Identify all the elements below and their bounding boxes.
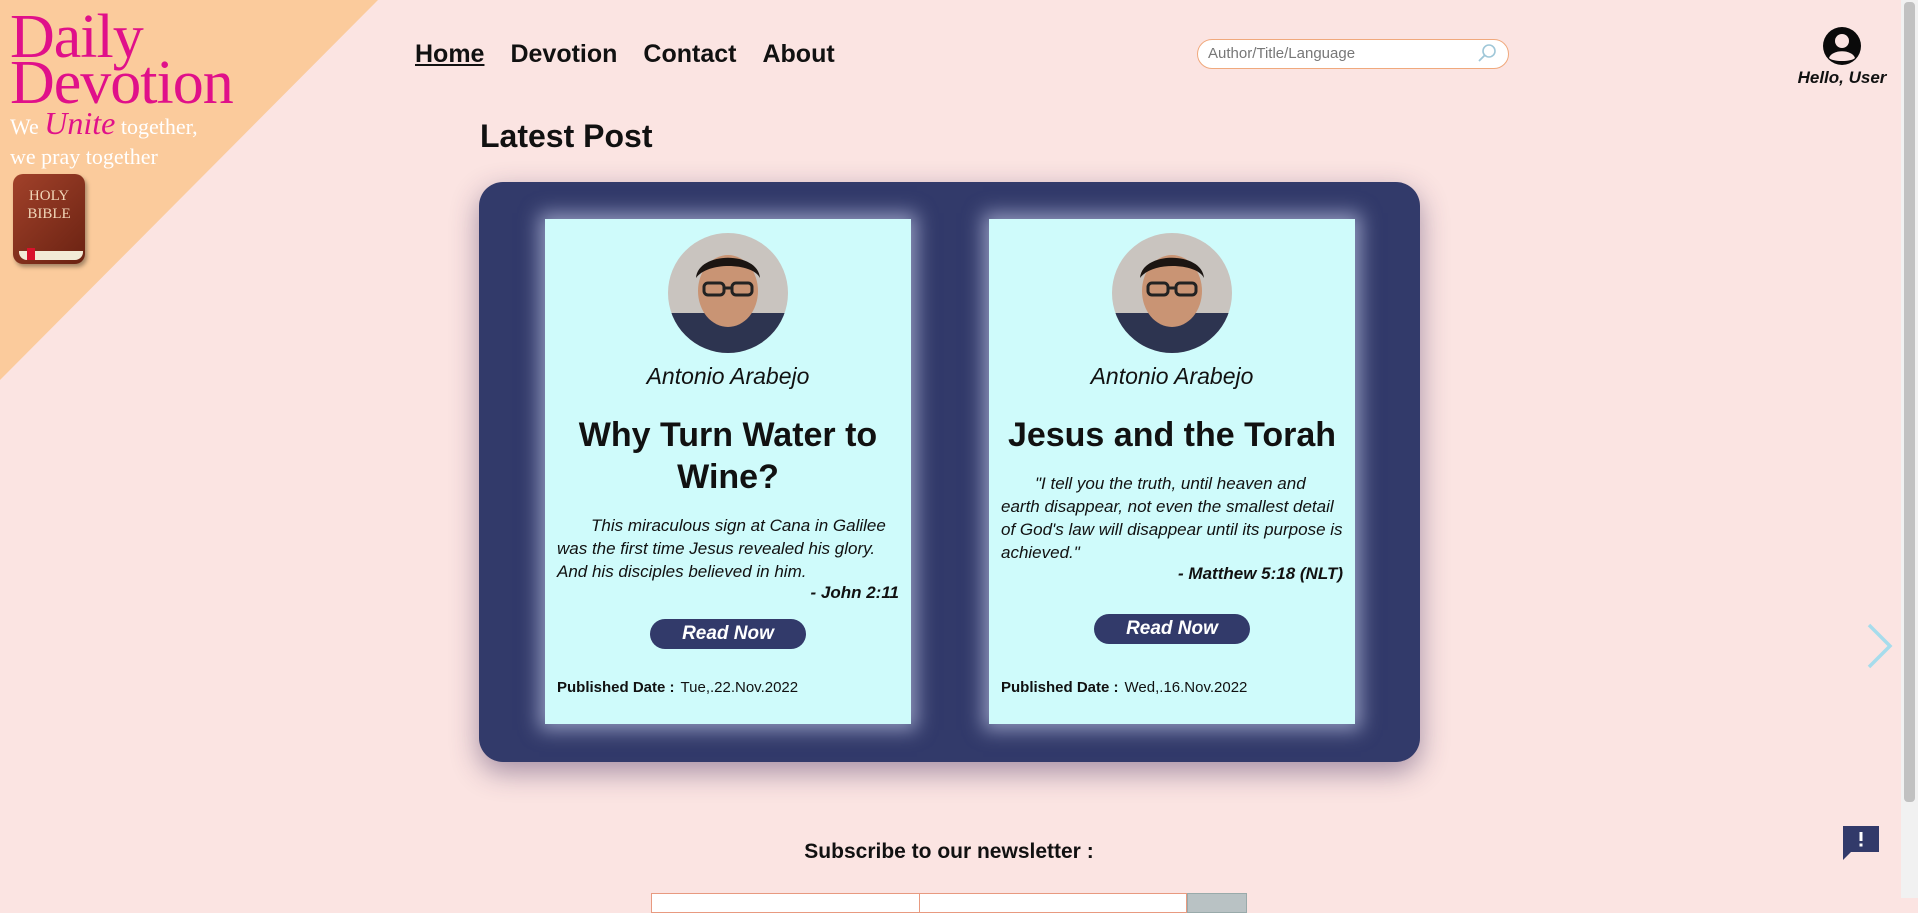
post-reference: - John 2:11 xyxy=(810,583,899,602)
chevron-right-icon[interactable] xyxy=(1864,622,1894,675)
search-icon[interactable] xyxy=(1476,43,1498,70)
search-input[interactable] xyxy=(1206,44,1480,63)
published-date: Published Date : Wed,.16.Nov.2022 xyxy=(1001,679,1247,696)
read-now-button[interactable]: Read Now xyxy=(1094,614,1250,644)
user-greeting: Hello, User xyxy=(1797,68,1887,87)
published-label: Published Date : xyxy=(557,679,675,696)
post-title[interactable]: Why Turn Water to Wine? xyxy=(559,414,897,498)
scrollbar-thumb[interactable] xyxy=(1904,2,1915,802)
scrollbar[interactable] xyxy=(1901,0,1918,898)
post-card: Antonio Arabejo Jesus and the Torah "I t… xyxy=(989,219,1355,724)
published-date: Published Date : Tue,.22.Nov.2022 xyxy=(557,679,798,696)
published-value: Wed,.16.Nov.2022 xyxy=(1124,679,1248,696)
post-title[interactable]: Jesus and the Torah xyxy=(1003,414,1341,456)
published-label: Published Date : xyxy=(1001,679,1119,696)
bible-label: HOLY BIBLE xyxy=(27,188,71,222)
nav-about[interactable]: About xyxy=(762,40,834,69)
post-excerpt: "I tell you the truth, until heaven and … xyxy=(1001,474,1343,562)
author-photo xyxy=(668,233,788,353)
tagline-together: together, xyxy=(120,114,198,139)
section-title: Latest Post xyxy=(480,118,653,154)
newsletter-email-input[interactable] xyxy=(919,893,1187,913)
user-menu[interactable]: Hello, User xyxy=(1790,26,1894,88)
author-photo xyxy=(1112,233,1232,353)
tagline-unite: Unite xyxy=(44,105,116,141)
subscribe-button[interactable] xyxy=(1187,893,1247,913)
tagline-we: We xyxy=(10,114,39,139)
site-logo[interactable]: Daily Devotion xyxy=(10,6,234,117)
bible-ribbon xyxy=(27,248,35,260)
holy-bible-icon[interactable]: HOLY BIBLE xyxy=(13,174,85,264)
tagline: We Unite together, we pray together xyxy=(10,105,198,172)
nav-home[interactable]: Home xyxy=(415,40,484,69)
tagline-pray: we pray together xyxy=(10,144,158,169)
post-excerpt: This miraculous sign at Cana in Galilee … xyxy=(557,516,886,581)
newsletter-name-input[interactable] xyxy=(651,893,920,913)
published-value: Tue,.22.Nov.2022 xyxy=(680,679,799,696)
user-avatar-icon[interactable] xyxy=(1822,26,1862,66)
post-author: Antonio Arabejo xyxy=(646,363,810,389)
logo-devotion: Devotion xyxy=(10,49,234,117)
read-now-button[interactable]: Read Now xyxy=(650,619,806,649)
nav-contact[interactable]: Contact xyxy=(643,40,736,69)
nav-devotion[interactable]: Devotion xyxy=(510,40,617,69)
newsletter-title: Subscribe to our newsletter : xyxy=(804,840,1094,863)
post-reference: - Matthew 5:18 (NLT) xyxy=(1178,564,1343,583)
search-box xyxy=(1197,39,1509,69)
feedback-icon[interactable] xyxy=(1843,826,1879,860)
post-carousel: Antonio Arabejo Why Turn Water to Wine? … xyxy=(479,182,1893,762)
post-author: Antonio Arabejo xyxy=(1090,363,1254,389)
post-card: Antonio Arabejo Why Turn Water to Wine? … xyxy=(545,219,911,724)
main-nav: Home Devotion Contact About xyxy=(415,40,835,69)
